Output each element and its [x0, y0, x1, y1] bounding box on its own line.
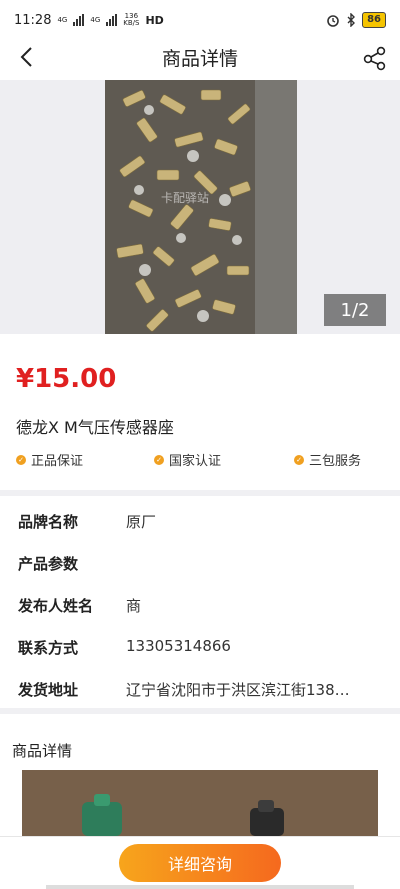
attribute-key: 产品参数: [18, 555, 79, 573]
consult-button[interactable]: 详细咨询: [119, 844, 281, 882]
attribute-value: 商: [126, 597, 142, 615]
watermark-text: 卡配驿站: [161, 191, 209, 205]
signal-icon: [73, 14, 85, 26]
signal-icon-2: [106, 14, 118, 26]
check-badge-icon: ✓: [16, 454, 26, 465]
network-speed: 136 KB/S: [123, 13, 139, 27]
attribute-value: [126, 553, 388, 574]
divider: [0, 490, 400, 496]
page-title: 商品详情: [161, 47, 238, 70]
product-gallery[interactable]: 卡配驿站 1/2: [0, 80, 400, 334]
attribute-row-params: 产品参数: [18, 553, 388, 574]
check-badge-icon: ✓: [294, 454, 304, 465]
attribute-row-publisher: 发布人姓名 商: [18, 595, 388, 616]
contact-phone[interactable]: 13305314866: [126, 637, 388, 658]
badge-genuine: ✓ 正品保证: [16, 450, 83, 469]
detail-photo: [22, 770, 378, 836]
network-label-1: 4G: [57, 15, 68, 24]
service-badges: ✓ 正品保证 ✓ 国家认证 ✓ 三包服务: [0, 450, 400, 470]
hd-indicator: HD: [145, 13, 164, 27]
product-title: 德龙X M气压传感器座: [16, 418, 174, 437]
status-right: 86: [326, 12, 386, 28]
attribute-row-contact: 联系方式 13305314866: [18, 637, 388, 658]
status-bar: 11:28 4G 4G 136 KB/S HD 86: [0, 0, 400, 40]
attribute-value: 原厂: [126, 513, 157, 531]
badge-certified: ✓ 国家认证: [154, 450, 221, 469]
bottom-action-bar: 详细咨询: [0, 836, 400, 889]
attribute-row-brand: 品牌名称 原厂: [18, 511, 388, 532]
badge-label: 国家认证: [169, 454, 222, 469]
gallery-page-counter: 1/2: [324, 294, 386, 326]
share-icon[interactable]: [362, 45, 388, 71]
alarm-icon: [327, 15, 339, 27]
status-left: 11:28 4G 4G 136 KB/S HD: [14, 13, 164, 28]
detail-section-title: 商品详情: [12, 742, 73, 760]
attribute-value: 辽宁省沈阳市于洪区滨江街138…: [126, 681, 350, 699]
bluetooth-icon: [347, 13, 356, 27]
product-photo: 卡配驿站: [105, 80, 297, 334]
attribute-key: 联系方式: [18, 639, 79, 657]
attribute-key: 品牌名称: [18, 513, 79, 531]
battery-indicator: 86: [362, 12, 386, 28]
check-badge-icon: ✓: [154, 454, 164, 465]
badge-label: 正品保证: [31, 454, 84, 469]
back-arrow-icon[interactable]: [16, 45, 40, 69]
network-label-2: 4G: [90, 15, 101, 24]
nav-bar: 商品详情: [0, 40, 400, 74]
product-price: ¥15.00: [16, 364, 117, 394]
divider: [0, 708, 400, 714]
home-indicator: [46, 885, 354, 889]
badge-warranty: ✓ 三包服务: [294, 450, 361, 469]
status-time: 11:28: [14, 12, 52, 28]
badge-label: 三包服务: [309, 454, 362, 469]
network-speed-unit: KB/S: [123, 19, 140, 27]
attribute-key: 发布人姓名: [18, 597, 94, 615]
attribute-key: 发货地址: [18, 681, 79, 699]
attribute-row-address: 发货地址 辽宁省沈阳市于洪区滨江街138…: [18, 679, 388, 700]
